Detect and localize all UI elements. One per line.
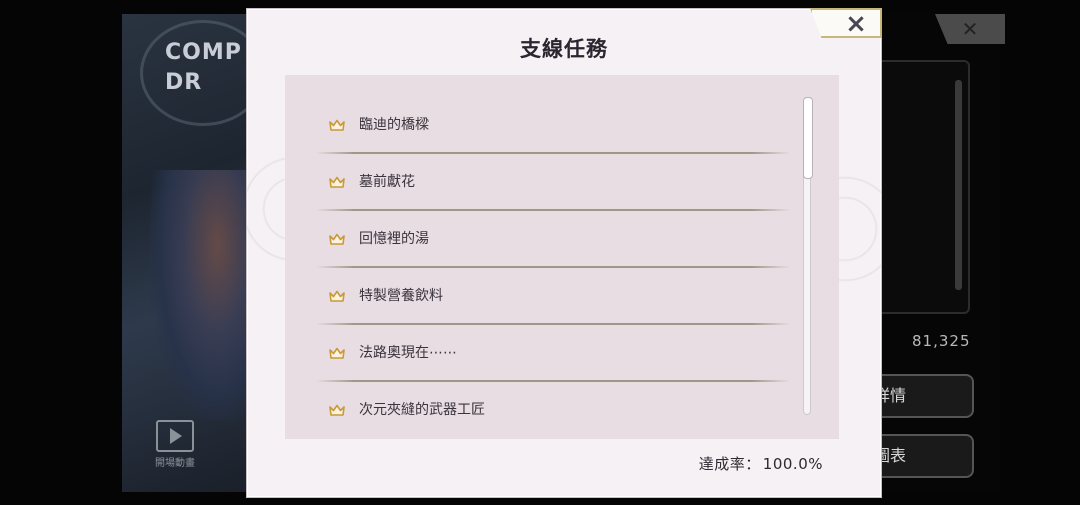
game-logo-text: COMP DR	[165, 38, 242, 98]
opening-movie-button[interactable]: 開場動畫	[152, 420, 198, 469]
crown-icon	[329, 347, 345, 359]
completion-rate-value: 100.0%	[762, 455, 823, 473]
crown-icon	[329, 119, 345, 131]
opening-movie-label: 開場動畫	[155, 458, 195, 469]
logo-text-line-2: DR	[165, 70, 203, 95]
quest-item[interactable]: 墓前獻花	[316, 154, 790, 211]
background-details-button: 詳情	[874, 374, 974, 418]
quest-item-label: 法路奧現在⋯⋯	[359, 345, 457, 361]
quest-item-label: 特製營養飲料	[359, 288, 443, 304]
quest-item-label: 回憶裡的湯	[359, 231, 429, 247]
quest-item[interactable]: 特製營養飲料	[316, 268, 790, 325]
crown-icon	[329, 404, 345, 416]
completion-rate: 達成率： 100.0%	[699, 453, 823, 474]
quest-item[interactable]: 次元夾縫的武器工匠	[316, 382, 790, 439]
side-quest-dialog: 支線任務 × 臨迪的橋樑 墓前獻花 回憶裡的湯 特製營養飲料 法路奧現在⋯⋯ 次…	[246, 8, 882, 498]
quest-item[interactable]: 法路奧現在⋯⋯	[316, 325, 790, 382]
background-chart-button: 圖表	[874, 434, 974, 478]
quest-item[interactable]: 回憶裡的湯	[316, 211, 790, 268]
film-play-icon	[156, 420, 194, 452]
dialog-title: 支線任務	[520, 36, 608, 61]
crown-icon	[329, 176, 345, 188]
quest-item-label: 次元夾縫的武器工匠	[359, 402, 485, 418]
close-icon: ×	[845, 9, 867, 39]
background-score: 81,325	[912, 332, 971, 350]
close-button[interactable]: ×	[810, 8, 882, 38]
crown-icon	[329, 290, 345, 302]
scroll-thumb[interactable]	[803, 97, 813, 179]
completion-rate-label: 達成率：	[698, 455, 761, 473]
quest-item[interactable]: 臨迪的橋樑	[316, 97, 790, 154]
quest-list-scrollbar[interactable]	[803, 97, 813, 415]
quest-item-label: 臨迪的橋樑	[359, 117, 429, 133]
crown-icon	[329, 233, 345, 245]
quest-item-label: 墓前獻花	[359, 174, 415, 190]
quest-list[interactable]: 臨迪的橋樑 墓前獻花 回憶裡的湯 特製營養飲料 法路奧現在⋯⋯ 次元夾縫的武器工…	[285, 75, 839, 439]
logo-text-line-1: COMP	[165, 40, 242, 65]
background-scrollbar	[955, 80, 962, 290]
